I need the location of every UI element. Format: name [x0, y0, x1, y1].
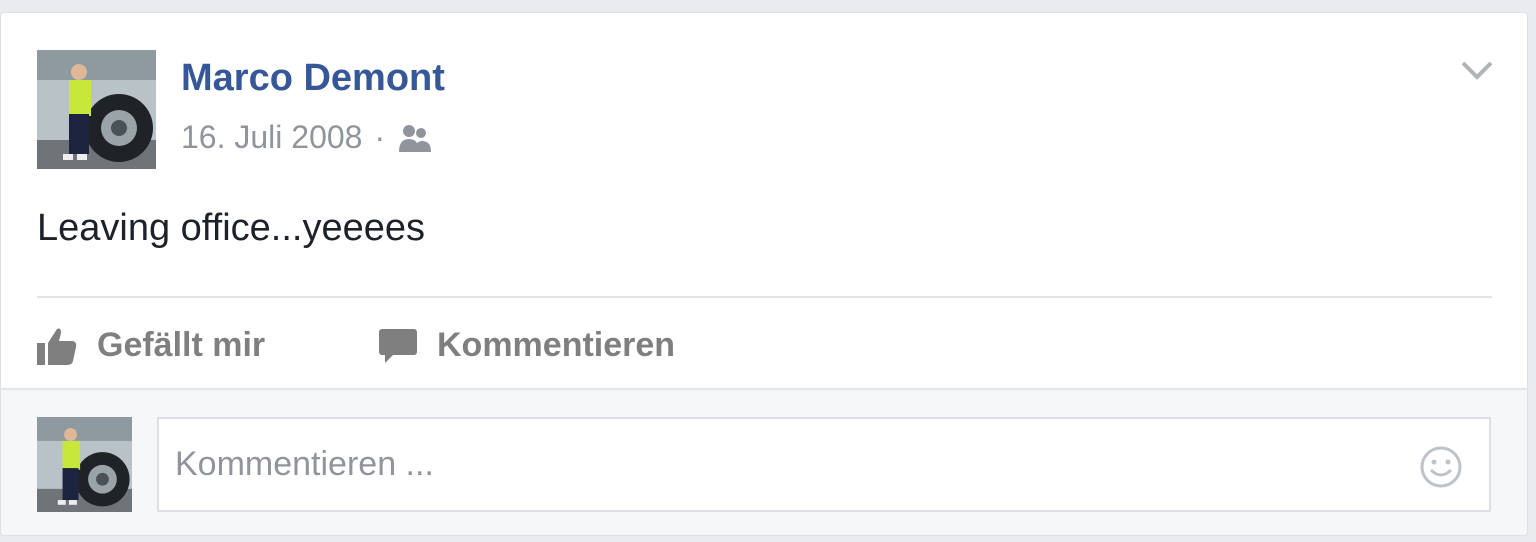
author-avatar[interactable] [37, 50, 156, 169]
post-text: Leaving office...yeeees [37, 207, 426, 249]
meta-separator: · [374, 119, 386, 155]
like-button[interactable]: Gefällt mir [37, 317, 265, 373]
divider [37, 296, 1492, 298]
comment-placeholder: Kommentieren ... [175, 445, 434, 483]
commenter-avatar[interactable] [37, 417, 132, 512]
comment-input[interactable]: Kommentieren ... [157, 417, 1491, 512]
post-card: Marco Demont 16. Juli 2008 · Leaving off… [0, 12, 1528, 536]
speech-bubble-icon [379, 329, 417, 363]
comment-label: Kommentieren [437, 325, 676, 364]
author-name[interactable]: Marco Demont [181, 57, 445, 100]
thumbs-up-icon [37, 328, 77, 365]
friends-icon[interactable] [397, 122, 433, 154]
comment-button[interactable]: Kommentieren [379, 317, 675, 373]
like-label: Gefällt mir [97, 325, 266, 364]
smiley-icon[interactable] [1419, 445, 1463, 489]
post-meta: 16. Juli 2008 · [181, 119, 433, 156]
comment-section: Kommentieren ... [1, 388, 1527, 535]
chevron-down-icon[interactable] [1459, 59, 1495, 83]
post-date[interactable]: 16. Juli 2008 [181, 119, 362, 156]
